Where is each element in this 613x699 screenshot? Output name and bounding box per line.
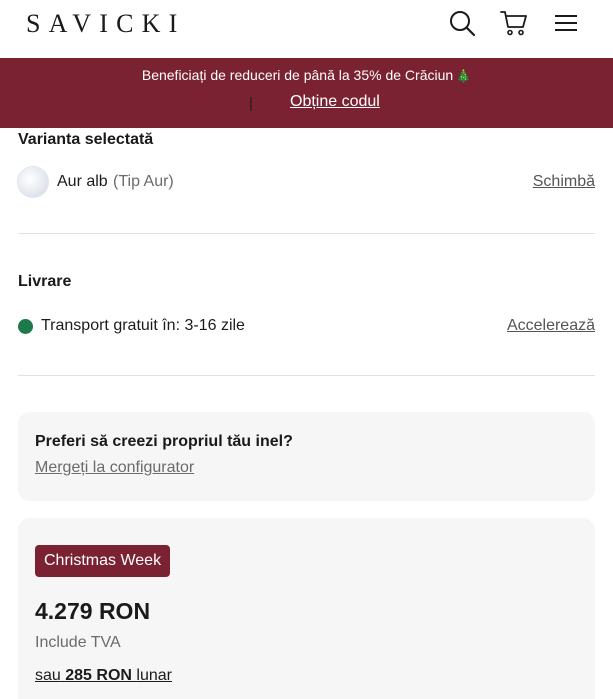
header: SAVICKI: [0, 0, 613, 58]
white-gold-swatch: [18, 167, 48, 197]
delivery-info: Transport gratuit în: 3-16 zile: [41, 317, 245, 334]
monthly-prefix: sau: [35, 667, 61, 684]
divider: [18, 375, 595, 376]
search-icon[interactable]: [448, 9, 476, 37]
promo-text: Beneficiați de reduceri de până la 35% d…: [0, 67, 613, 83]
menu-icon[interactable]: [552, 9, 580, 37]
promo-banner: Beneficiați de reduceri de până la 35% d…: [0, 58, 613, 128]
delivery-status-dot: [18, 319, 33, 334]
get-code-link[interactable]: Obține codul: [290, 93, 380, 111]
variant-type: (Tip Aur): [113, 173, 174, 190]
variant-name: Aur alb: [57, 173, 108, 190]
variant-section-title: Varianta selectată: [18, 131, 154, 148]
configurator-title: Preferi să creezi propriul tău inel?: [35, 433, 293, 450]
monthly-installment-link[interactable]: sau 285 RON lunar: [35, 667, 172, 685]
vat-note: Include TVA: [35, 634, 121, 651]
promo-separator: |: [249, 95, 253, 112]
change-variant-link[interactable]: Schimbă: [533, 173, 595, 191]
monthly-suffix: lunar: [136, 667, 172, 684]
christmas-tree-icon: 🎄: [456, 69, 472, 83]
logo[interactable]: SAVICKI: [26, 9, 186, 39]
product-price: 4.279 RON: [35, 598, 151, 624]
price-card: Christmas Week 4.279 RON Include TVA sau…: [18, 518, 595, 699]
cart-icon[interactable]: [500, 9, 528, 37]
promo-message: Beneficiați de reduceri de până la 35% d…: [141, 67, 454, 83]
monthly-amount: 285 RON: [65, 667, 132, 684]
configurator-card: Preferi să creezi propriul tău inel? Mer…: [18, 412, 595, 501]
accelerate-delivery-link[interactable]: Accelerează: [507, 317, 595, 335]
divider: [18, 233, 595, 234]
christmas-week-badge: Christmas Week: [35, 545, 171, 577]
delivery-section-title: Livrare: [18, 273, 72, 290]
configurator-link[interactable]: Mergeți la configurator: [35, 459, 194, 477]
